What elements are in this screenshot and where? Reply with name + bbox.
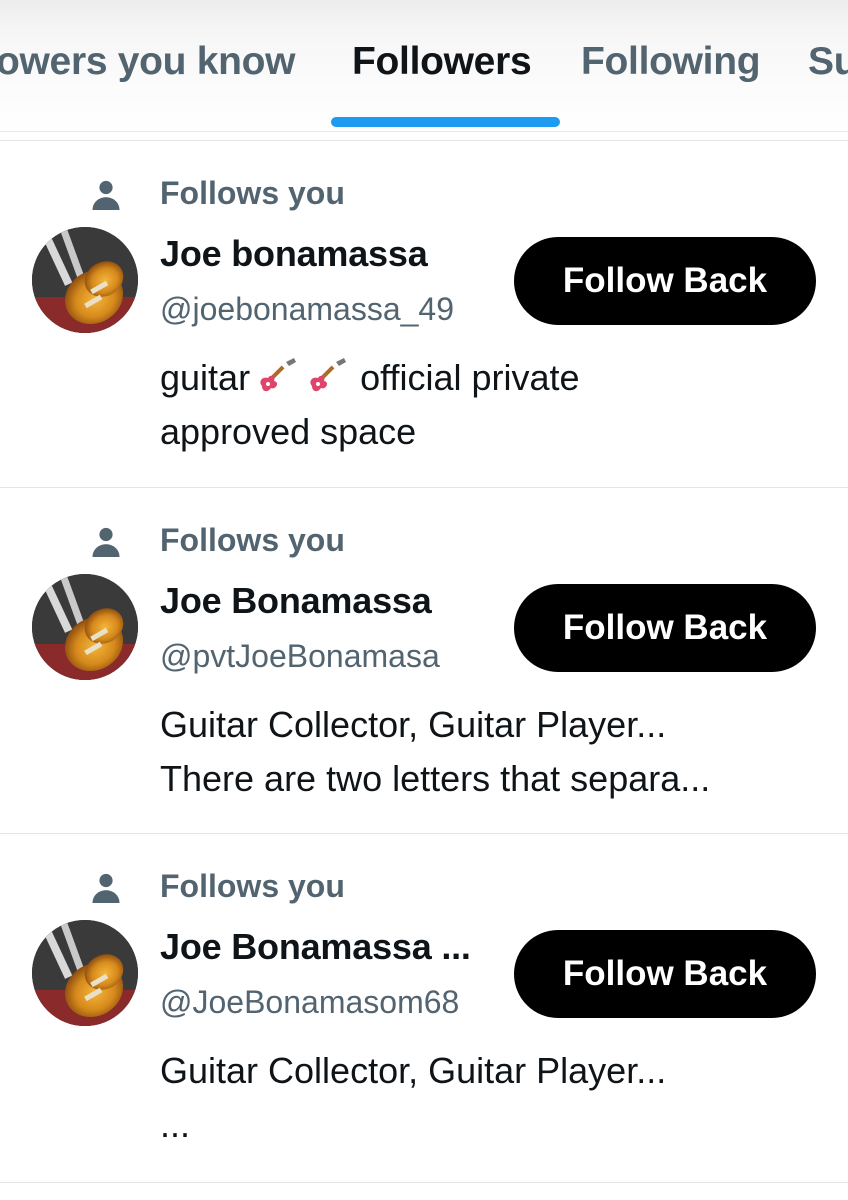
bio-text: Guitar Collector, Guitar Player... <box>160 1050 667 1091</box>
avatar[interactable] <box>32 227 138 333</box>
follows-you-label: Follows you <box>160 522 345 558</box>
bio-text: guitar <box>160 357 251 398</box>
bio-text: Guitar Collector, Guitar Player... <box>160 704 667 745</box>
follower-row[interactable]: Follows you Joe Bonamassa @pvtJoeBonamas… <box>0 487 848 833</box>
follower-row[interactable]: Follows you Joe Bonamassa ... @JoeBonama… <box>0 833 848 1183</box>
guitar-emoji-icon <box>260 358 297 392</box>
bio-text: official private <box>360 357 580 398</box>
user-handle[interactable]: @joebonamassa_49 <box>160 291 454 328</box>
follow-back-button[interactable]: Follow Back <box>514 584 816 672</box>
follower-row[interactable]: Follows you Joe bonamassa @joebonamassa_… <box>0 140 848 487</box>
user-bio: guitar official private approved space <box>160 351 820 459</box>
user-bio: Guitar Collector, Guitar Player... ... <box>160 1044 820 1152</box>
user-bio: Guitar Collector, Guitar Player... There… <box>160 698 820 806</box>
guitar-avatar-image <box>32 574 138 680</box>
guitar-emoji-icon <box>310 358 347 392</box>
user-handle[interactable]: @pvtJoeBonamasa <box>160 638 440 675</box>
follow-back-button[interactable]: Follow Back <box>514 930 816 1018</box>
person-icon <box>92 527 120 557</box>
display-name[interactable]: Joe Bonamassa ... <box>160 926 471 968</box>
person-icon <box>92 180 120 210</box>
user-handle[interactable]: @JoeBonamasom68 <box>160 984 459 1021</box>
follows-you-label: Follows you <box>160 175 345 211</box>
follow-back-button[interactable]: Follow Back <box>514 237 816 325</box>
tab-subscriptions[interactable]: Su <box>808 40 848 90</box>
bio-text: There are two letters that separa... <box>160 758 711 799</box>
tab-followers-you-know[interactable]: owers you know <box>0 40 296 90</box>
tab-following[interactable]: Following <box>581 40 761 90</box>
person-icon <box>92 873 120 903</box>
bio-text: approved space <box>160 411 417 452</box>
avatar[interactable] <box>32 920 138 1026</box>
active-tab-indicator <box>331 117 560 127</box>
follows-you-label: Follows you <box>160 868 345 904</box>
guitar-avatar-image <box>32 227 138 333</box>
guitar-avatar-image <box>32 920 138 1026</box>
tab-followers[interactable]: Followers <box>352 40 532 90</box>
bio-text: ... <box>160 1104 191 1145</box>
profile-tabs: owers you know Followers Following Su <box>0 0 848 132</box>
display-name[interactable]: Joe Bonamassa <box>160 580 432 622</box>
avatar[interactable] <box>32 574 138 680</box>
display-name[interactable]: Joe bonamassa <box>160 233 428 275</box>
